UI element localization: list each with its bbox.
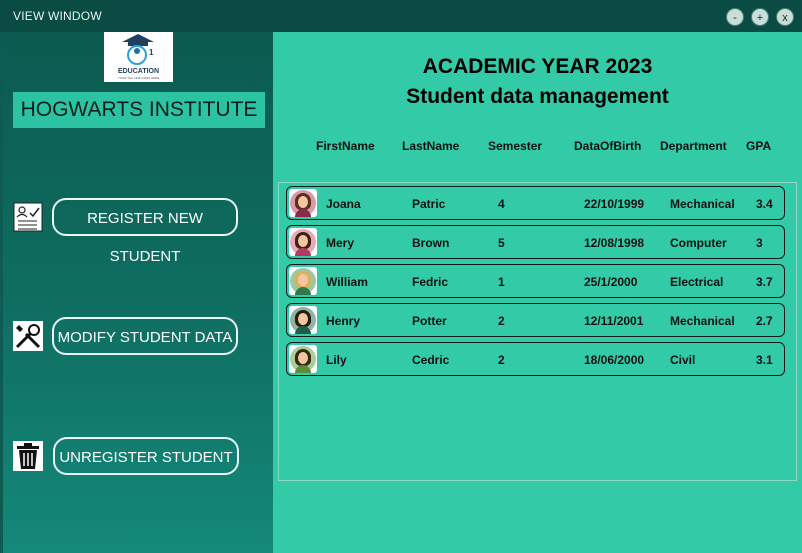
column-header-firstname[interactable]: FirstName: [316, 139, 375, 153]
window-title: VIEW WINDOW: [13, 9, 102, 23]
cell-lastname: Fedric: [412, 275, 449, 289]
avatar: [289, 189, 317, 217]
cell-dateofbirth: 25/1/2000: [584, 275, 638, 289]
page-title: Student data management: [406, 85, 669, 108]
logo-tagline: YOUR TAG LINE GOES HERE: [117, 76, 160, 80]
cell-firstname: Henry: [326, 314, 361, 328]
cell-lastname: Patric: [412, 197, 446, 211]
cell-lastname: Potter: [412, 314, 447, 328]
cell-dateofbirth: 22/10/1999: [584, 197, 645, 211]
cell-firstname: William: [326, 275, 368, 289]
cell-semester: 2: [498, 353, 505, 367]
table-row[interactable]: Henry Potter 2 12/11/2001 Mechanical 2.7: [286, 303, 785, 337]
cell-gpa: 3: [756, 236, 763, 250]
avatar: [289, 345, 317, 373]
cell-firstname: Mery: [326, 236, 355, 250]
cell-semester: 5: [498, 236, 505, 250]
academic-year-heading: ACADEMIC YEAR 2023: [422, 55, 653, 78]
column-header-lastname[interactable]: LastName: [402, 139, 459, 153]
sidebar: 1 EDUCATION YOUR TAG LINE GOES HERE HOGW…: [3, 32, 273, 553]
register-new-student-button[interactable]: REGISTER NEW STUDENT: [52, 198, 238, 265]
unregister-student-button[interactable]: UNREGISTER STUDENT: [53, 437, 239, 475]
table-row[interactable]: Lily Cedric 2 18/06/2000 Civil 3.1: [286, 342, 785, 376]
logo-text: EDUCATION: [117, 68, 160, 75]
tools-icon: [13, 321, 43, 351]
cell-dateofbirth: 18/06/2000: [584, 353, 645, 367]
table-row[interactable]: Joana Patric 4 22/10/1999 Mechanical 3.4: [286, 186, 785, 220]
cell-department: Computer: [670, 236, 727, 250]
cell-lastname: Cedric: [412, 353, 450, 367]
maximize-button[interactable]: +: [751, 8, 769, 26]
column-header-gpa[interactable]: GPA: [746, 139, 771, 153]
register-form-icon: [13, 202, 43, 232]
cell-semester: 4: [498, 197, 505, 211]
cell-gpa: 3.7: [756, 275, 773, 289]
cell-firstname: Lily: [326, 353, 347, 367]
column-header-semester[interactable]: Semester: [488, 139, 542, 153]
cell-semester: 2: [498, 314, 505, 328]
table-row[interactable]: William Fedric 1 25/1/2000 Electrical 3.…: [286, 264, 785, 298]
cell-department: Electrical: [670, 275, 724, 289]
student-list: Joana Patric 4 22/10/1999 Mechanical 3.4…: [278, 182, 797, 481]
trash-icon: [13, 441, 43, 471]
logo-figure: [134, 48, 140, 54]
cell-firstname: Joana: [326, 197, 361, 211]
institute-name: HOGWARTS INSTITUTE: [13, 92, 265, 128]
cell-dateofbirth: 12/11/2001: [584, 314, 644, 328]
main-panel: ACADEMIC YEAR 2023 Student data manageme…: [273, 32, 802, 553]
column-header-dateofbirth[interactable]: DataOfBirth: [574, 139, 641, 153]
column-header-department[interactable]: Department: [660, 139, 727, 153]
logo-badge: 1: [149, 48, 154, 57]
avatar: [289, 228, 317, 256]
avatar: [289, 306, 317, 334]
app-window: VIEW WINDOW - + x 1 EDUCATION YOUR TAG L…: [0, 0, 802, 553]
cell-gpa: 3.4: [756, 197, 773, 211]
cell-gpa: 2.7: [756, 314, 773, 328]
cell-gpa: 3.1: [756, 353, 773, 367]
cell-lastname: Brown: [412, 236, 450, 250]
modify-student-data-button[interactable]: MODIFY STUDENT DATA: [52, 317, 238, 355]
title-bar: VIEW WINDOW - + x: [0, 0, 802, 32]
close-button[interactable]: x: [776, 8, 794, 26]
minimize-button[interactable]: -: [726, 8, 744, 26]
education-logo: 1 EDUCATION YOUR TAG LINE GOES HERE: [104, 32, 173, 82]
avatar: [289, 267, 317, 295]
cell-department: Mechanical: [670, 197, 735, 211]
cell-department: Mechanical: [670, 314, 735, 328]
cell-dateofbirth: 12/08/1998: [584, 236, 645, 250]
table-row[interactable]: Mery Brown 5 12/08/1998 Computer 3: [286, 225, 785, 259]
cell-semester: 1: [498, 275, 505, 289]
cell-department: Civil: [670, 353, 696, 367]
